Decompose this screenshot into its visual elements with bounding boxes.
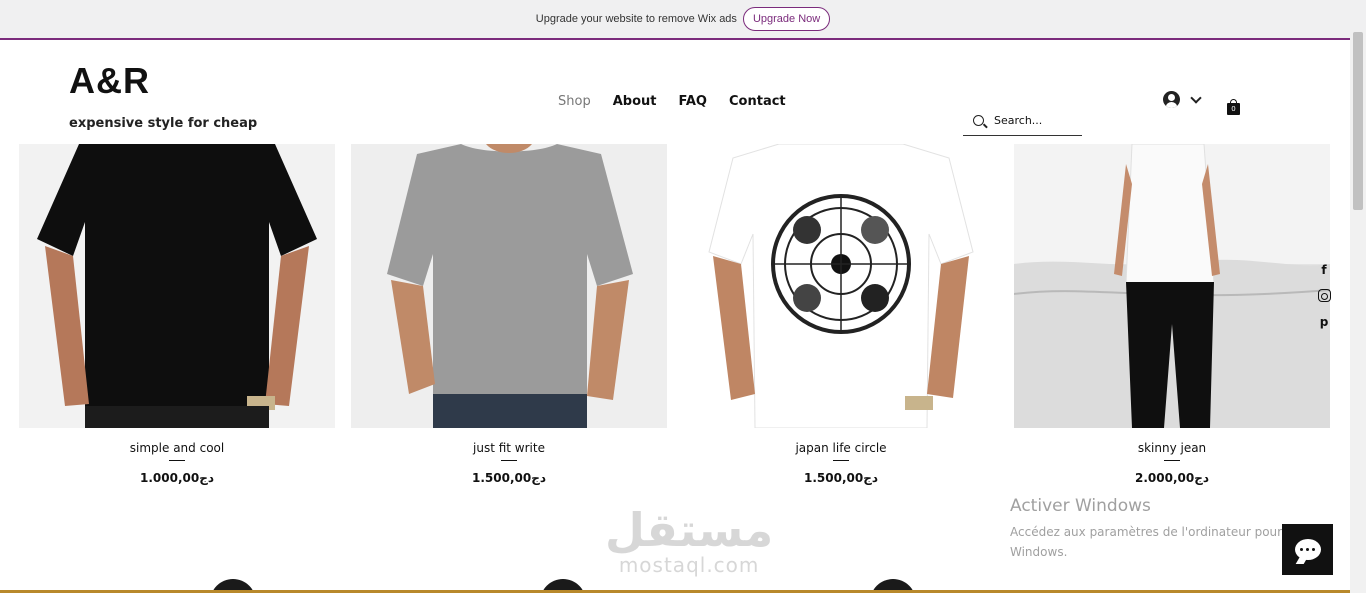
black-tshirt-illustration — [37, 144, 317, 428]
nav-faq[interactable]: FAQ — [678, 94, 707, 109]
product-card[interactable]: japan life circle 1.500,00دج — [683, 144, 999, 485]
search-bar[interactable] — [963, 105, 1082, 136]
product-price: 2.000,00دج — [1134, 471, 1210, 485]
mostaql-watermark: مستقل mostaql.com — [605, 505, 773, 577]
product-card[interactable]: skinny jean 2.000,00دج — [1014, 144, 1330, 485]
product-name[interactable]: japan life circle — [683, 441, 999, 455]
product-price: 1.500,00دج — [803, 471, 879, 485]
product-image[interactable] — [1014, 144, 1330, 428]
product-divider — [169, 460, 185, 461]
nav-about[interactable]: About — [613, 94, 657, 109]
product-name[interactable]: just fit write — [351, 441, 667, 455]
social-bar: f p — [1317, 261, 1331, 330]
site-tagline: expensive style for cheap — [69, 116, 258, 131]
cart-count: 0 — [1227, 103, 1240, 115]
facebook-icon[interactable]: f — [1317, 261, 1331, 278]
product-divider — [1164, 460, 1180, 461]
watermark-arabic: مستقل — [605, 503, 774, 557]
product-divider — [501, 460, 517, 461]
product-image[interactable] — [19, 144, 335, 428]
white-printed-tshirt-illustration — [708, 144, 974, 428]
product-image[interactable] — [351, 144, 667, 428]
watermark-latin: mostaql.com — [618, 553, 760, 577]
search-icon — [973, 114, 984, 126]
page-scrollbar[interactable] — [1350, 30, 1366, 593]
account-menu[interactable] — [1163, 91, 1202, 108]
product-image[interactable] — [683, 144, 999, 428]
skinny-jean-outfit-illustration — [1014, 144, 1330, 428]
wix-banner-message: Upgrade your website to remove Wix ads — [535, 13, 737, 25]
product-price: 1.000,00دج — [139, 471, 215, 485]
chevron-down-icon[interactable] — [1190, 91, 1202, 104]
chat-bubble-icon — [1294, 539, 1321, 560]
wix-ad-banner: Upgrade your website to remove Wix ads U… — [0, 0, 1366, 40]
product-card[interactable]: just fit write 1.500,00دج — [351, 144, 667, 485]
instagram-icon[interactable] — [1317, 287, 1331, 304]
product-card[interactable]: simple and cool 1.000,00دج — [19, 144, 335, 485]
pinterest-icon[interactable]: p — [1317, 313, 1331, 330]
product-price: 1.500,00دج — [471, 471, 547, 485]
upgrade-now-button[interactable]: Upgrade Now — [742, 7, 831, 31]
product-name[interactable]: simple and cool — [19, 441, 335, 455]
site-logo[interactable]: A&R — [69, 60, 150, 102]
scrollbar-thumb[interactable] — [1353, 32, 1363, 210]
product-name[interactable]: skinny jean — [1014, 441, 1330, 455]
search-input[interactable] — [994, 113, 1080, 127]
activation-title: Activer Windows — [1010, 496, 1151, 516]
grey-tshirt-illustration — [387, 144, 633, 428]
nav-contact[interactable]: Contact — [729, 94, 786, 109]
chat-button[interactable] — [1282, 524, 1333, 575]
user-avatar-icon[interactable] — [1163, 91, 1180, 108]
cart-button[interactable]: 0 — [1227, 99, 1240, 115]
main-nav: Shop About FAQ Contact — [558, 94, 808, 109]
product-divider — [833, 460, 849, 461]
nav-shop[interactable]: Shop — [558, 94, 591, 109]
